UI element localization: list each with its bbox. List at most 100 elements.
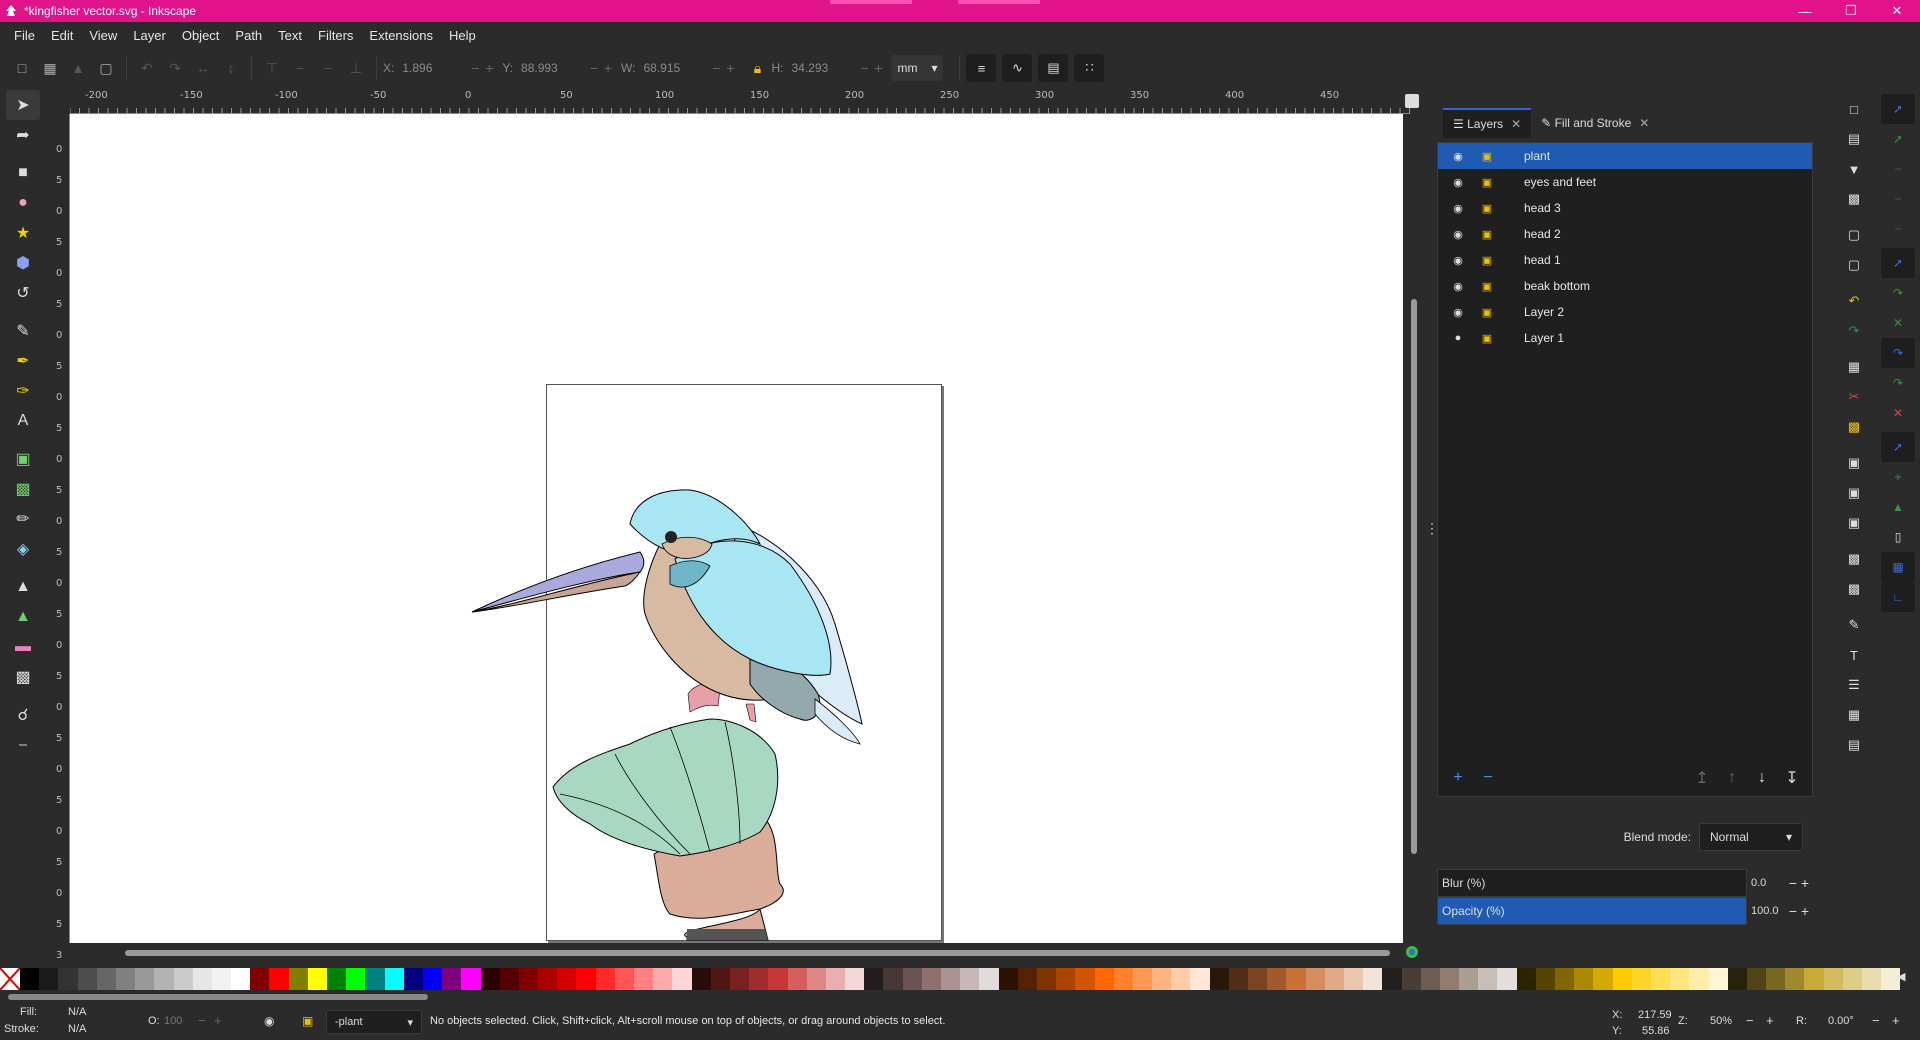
pencil-tool-icon[interactable]: ✎ [6,316,40,346]
color-swatch[interactable] [672,968,692,990]
snap-nodes-icon[interactable]: ➚ [1881,248,1915,278]
cut-icon[interactable]: ✂ [1837,382,1871,412]
color-swatch[interactable] [1209,968,1229,990]
tab-fill-and-stroke[interactable]: ✎ Fill and Stroke ✕ [1531,108,1659,138]
layer-row-head-2[interactable]: ◉ ▣ head 2 [1438,221,1812,247]
visibility-eye-icon[interactable]: ◉ [1448,228,1468,241]
lock-icon[interactable]: ▣ [1478,306,1496,319]
y-decrement-button[interactable]: − [587,60,601,76]
color-swatch[interactable] [1171,968,1191,990]
menu-path[interactable]: Path [227,28,270,43]
color-swatch[interactable] [211,968,232,990]
text-font-icon[interactable]: T [1837,640,1871,670]
mesh-tool-icon[interactable]: ▩ [6,474,40,504]
menu-view[interactable]: View [81,28,125,43]
visibility-eye-icon[interactable]: ◉ [1448,176,1468,189]
snap-path-intersection-icon[interactable]: ✕ [1881,308,1915,338]
color-swatch[interactable] [422,968,443,990]
blur-slider[interactable]: Blur (%) [1437,869,1747,897]
deselect-icon[interactable]: ▲ [64,54,92,82]
color-swatch[interactable] [979,968,999,990]
y-increment-button[interactable]: + [601,60,615,76]
color-swatch[interactable] [921,968,941,990]
minimize-button[interactable]: — [1782,0,1828,22]
connector-tool-icon[interactable]: ▩ [6,662,40,692]
rectangle-tool-icon[interactable]: ■ [6,158,40,188]
color-swatch[interactable] [96,968,116,990]
snap-bbox-midpoint-icon[interactable]: − [1881,214,1915,244]
visibility-eye-icon[interactable]: ◉ [1448,254,1468,267]
color-swatch[interactable] [1708,968,1728,990]
node-tool-icon[interactable]: ➦ [6,120,40,150]
x-increment-button[interactable]: + [482,60,496,76]
color-swatch[interactable] [710,968,730,990]
zoom-out-button[interactable]: − [1746,1013,1754,1028]
color-swatch[interactable] [499,968,519,990]
color-swatch[interactable] [269,968,289,990]
touch-select-icon[interactable]: ▢ [92,54,120,82]
opacity-status-increment[interactable]: + [214,1013,222,1028]
no-paint-swatch-icon[interactable] [0,967,21,991]
color-swatch[interactable] [327,968,347,990]
rotate-ccw-icon[interactable]: ↶ [133,54,161,82]
color-swatch[interactable] [1574,968,1594,990]
color-swatch[interactable] [1439,968,1460,990]
visibility-eye-icon[interactable]: ◉ [1448,150,1468,163]
color-swatch[interactable] [1670,968,1690,990]
snap-bbox-edge-icon[interactable]: − [1881,154,1915,184]
color-swatch[interactable] [691,968,711,990]
calligraphy-tool-icon[interactable]: ✑ [6,376,40,406]
visibility-eye-icon[interactable]: ◉ [1448,202,1468,215]
fill-value[interactable]: N/A [68,1006,86,1018]
color-swatch[interactable] [1305,968,1325,990]
color-swatch[interactable] [403,968,423,990]
lock-icon[interactable]: ▣ [1478,228,1496,241]
color-swatch[interactable] [173,968,193,990]
color-swatch[interactable] [1094,968,1114,990]
snap-bbox-corner-icon[interactable]: − [1881,184,1915,214]
color-swatch[interactable] [1555,968,1575,990]
color-swatch[interactable] [1324,968,1344,990]
snap-smooth-nodes-icon[interactable]: ↷ [1881,368,1915,398]
color-swatch[interactable] [1746,968,1767,990]
color-swatch[interactable] [729,968,750,990]
close-button[interactable]: ✕ [1874,0,1920,22]
tab-layers[interactable]: ☰ Layers ✕ [1443,108,1532,138]
snap-object-center-icon[interactable]: + [1881,462,1915,492]
color-swatch[interactable] [998,968,1018,990]
selector-tool-icon[interactable]: ➤ [6,90,40,120]
color-swatch[interactable] [557,968,577,990]
snap-bbox-icon[interactable]: ➚ [1881,124,1915,154]
x-input[interactable]: 1.896 [398,55,469,81]
move-patterns-icon[interactable]: ∷ [1074,54,1105,82]
color-swatch[interactable] [1286,968,1306,990]
color-swatch[interactable] [39,968,59,990]
palette-menu-icon[interactable]: ◀ [1897,970,1905,983]
color-swatch[interactable] [192,968,212,990]
color-swatch[interactable] [1056,968,1076,990]
color-swatch[interactable] [231,968,251,990]
export-icon[interactable]: ▢ [1837,250,1871,280]
color-swatch[interactable] [902,968,922,990]
kingfisher-drawing[interactable] [70,114,1403,943]
layer-visibility-eye-icon[interactable]: ◉ [264,1014,274,1028]
visibility-eye-icon[interactable]: ◉ [1448,306,1468,319]
lock-ratio-icon[interactable]: 🔒︎ [743,54,771,82]
remove-layer-icon[interactable]: − [1473,764,1503,792]
horizontal-ruler[interactable]: -200 -150 -100 -50 0 50 100 150 200 250 300 350 400 4… [70,88,1410,114]
rotate-increment-button[interactable]: + [1892,1013,1900,1028]
dropper-tool-icon[interactable]: ✏ [6,504,40,534]
lock-icon[interactable]: ▣ [1478,280,1496,293]
duplicate-icon[interactable]: ▣ [1837,448,1871,478]
snap-guide-icon[interactable]: ∟ [1881,582,1915,612]
paste-icon[interactable]: ▩ [1837,412,1871,442]
lower-icon[interactable]: − [314,54,342,82]
unlink-clone-icon[interactable]: ▣ [1837,508,1871,538]
tweak-tool-icon[interactable]: ▲ [6,572,40,602]
color-swatch[interactable] [864,968,884,990]
w-decrement-button[interactable]: − [709,60,723,76]
color-swatch[interactable] [634,968,654,990]
layer-to-bottom-icon[interactable]: ↧ [1777,764,1807,792]
menu-help[interactable]: Help [441,28,484,43]
color-swatch[interactable] [614,968,634,990]
